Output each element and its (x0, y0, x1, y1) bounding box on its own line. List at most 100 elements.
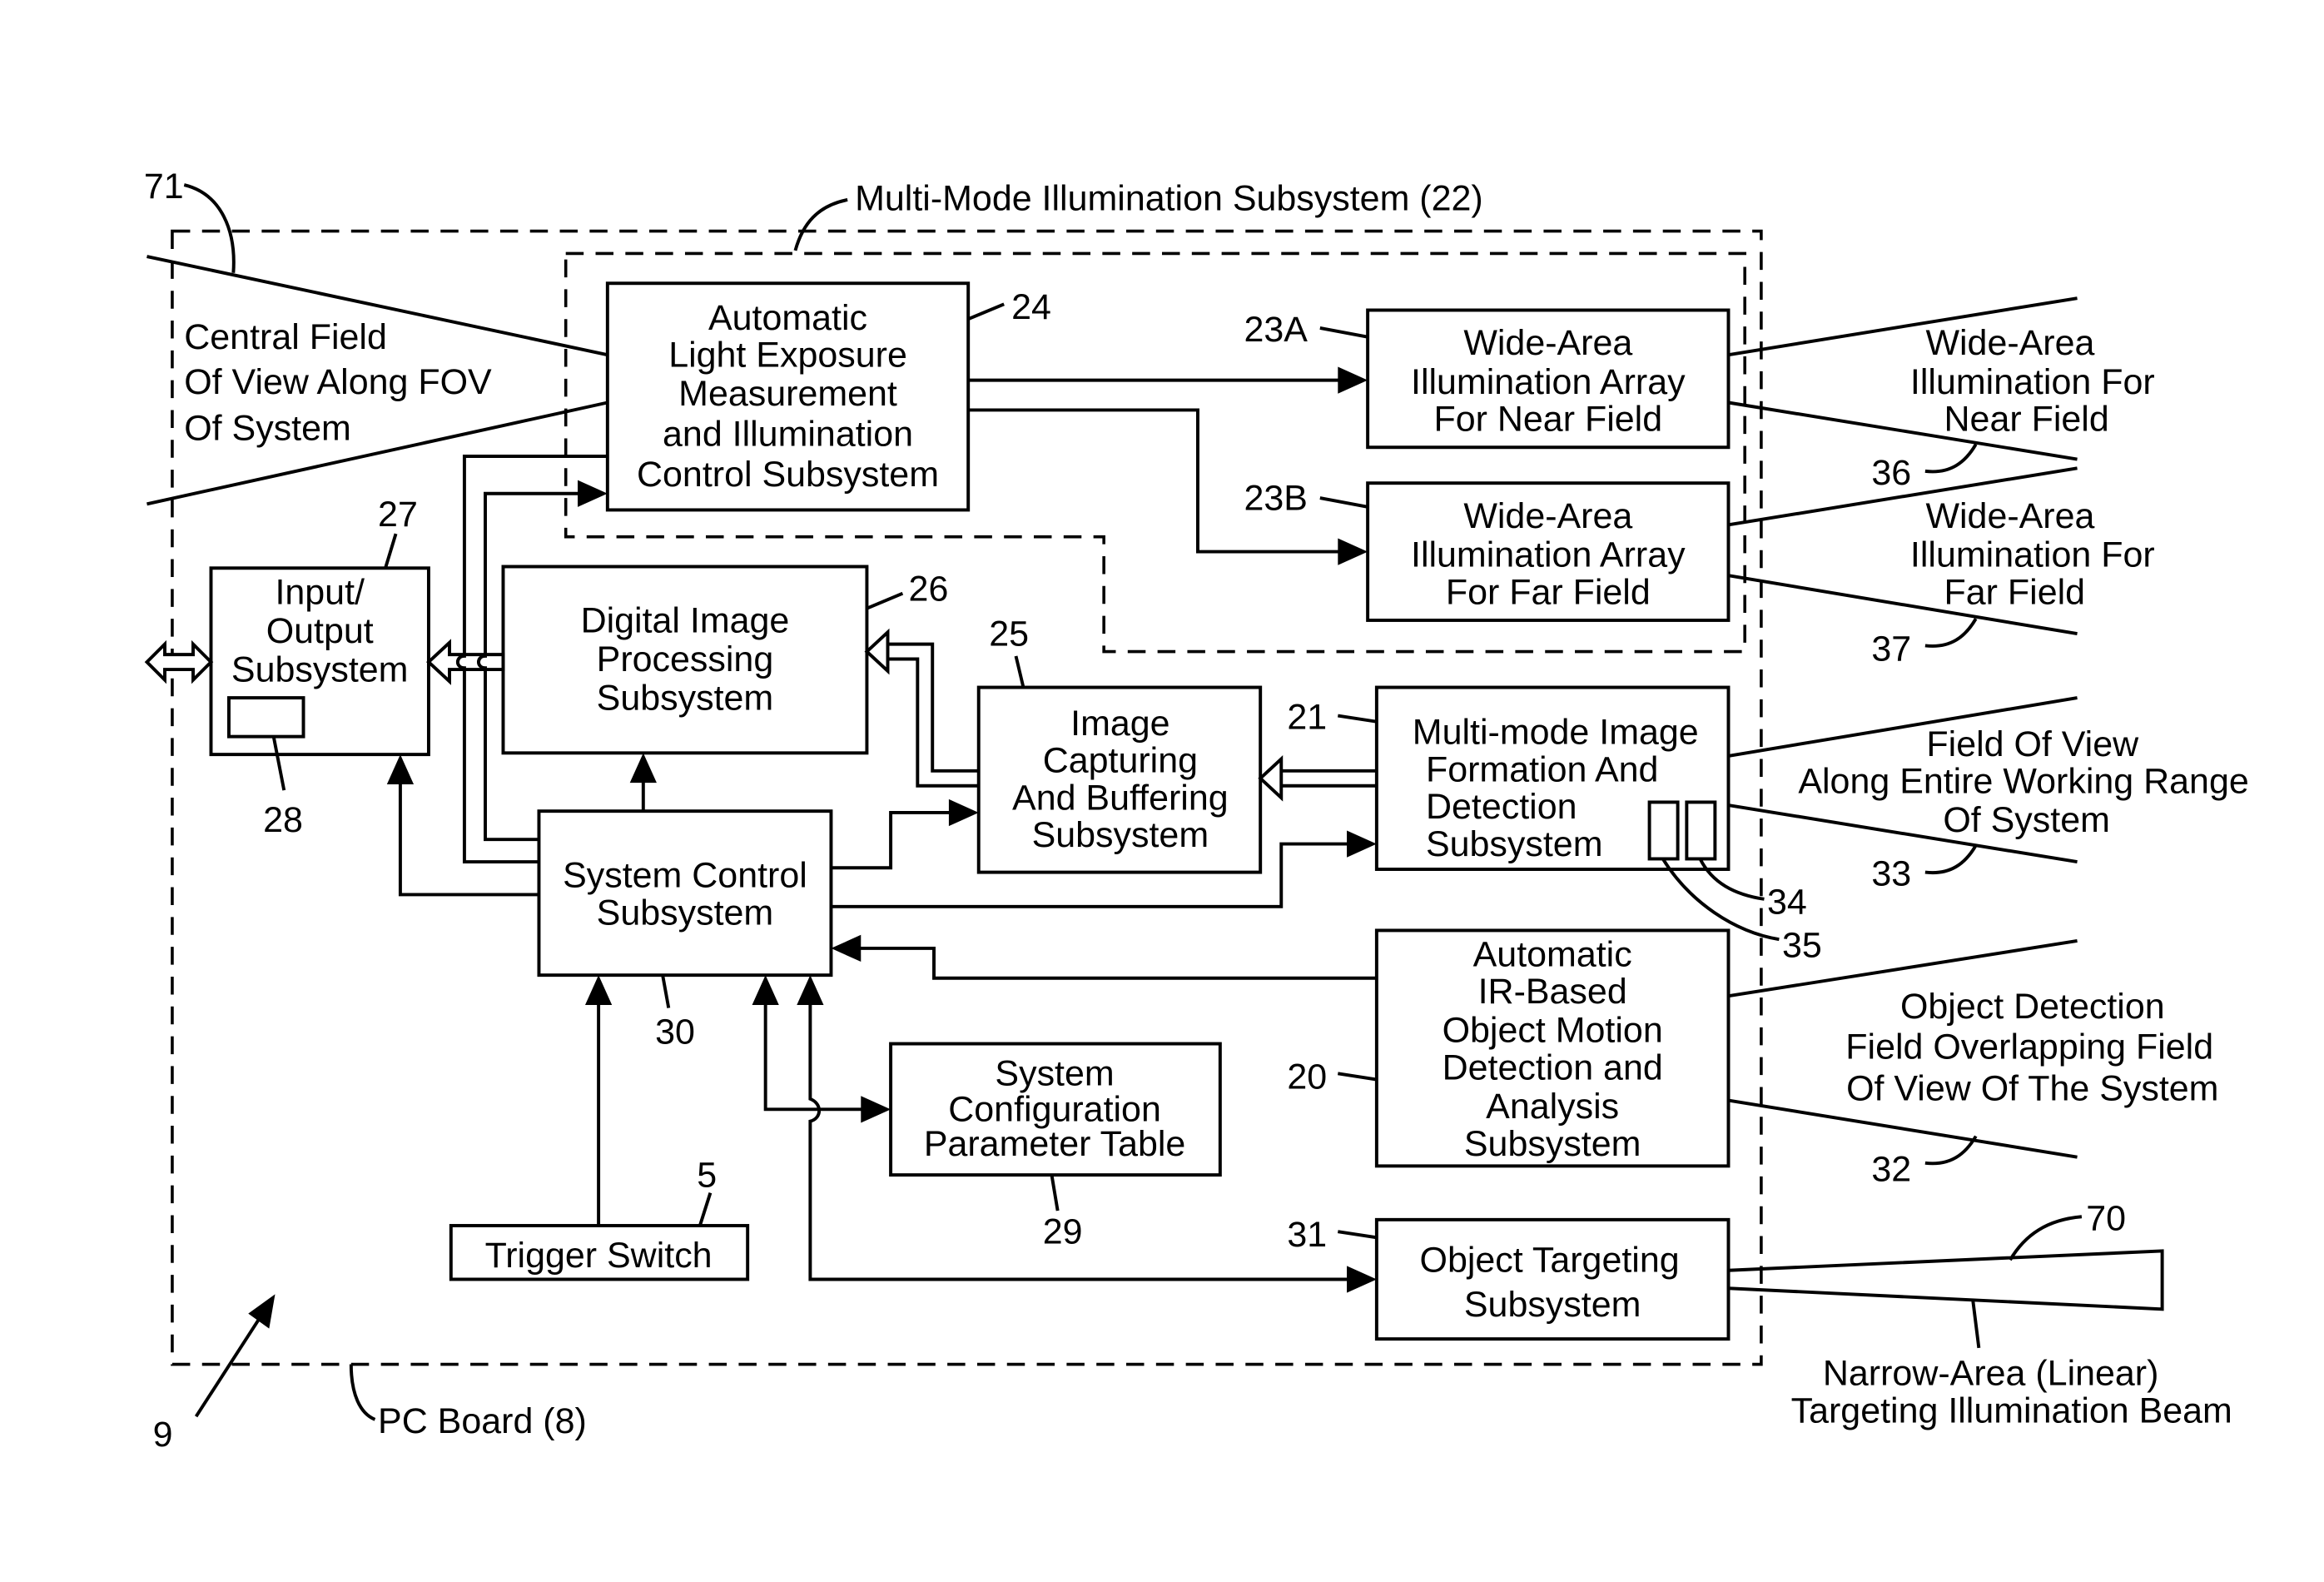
arrowhead (629, 753, 657, 784)
near-field-label-line: Wide-Area (1925, 323, 2094, 363)
central-fov-leader (183, 183, 236, 273)
io-ref: 27 (378, 495, 418, 535)
svg-text:Detection: Detection (1426, 787, 1577, 827)
far-field-ref: 37 (1871, 629, 1911, 669)
image-formation-block: Multi-mode Image Formation And Detection… (1374, 685, 1731, 871)
arrowhead (578, 480, 608, 507)
auto-light-ref: 24 (1011, 287, 1051, 327)
detection-field-label-line: Object Detection (1900, 987, 2165, 1027)
image-capturing-block: Image Capturing And Buffering Subsystem (976, 685, 1263, 874)
io-port-ref: 28 (263, 800, 303, 840)
object-targeting-block: Object Targeting Subsystem (1374, 1217, 1731, 1341)
central-fov-label-line: Of System (184, 408, 351, 448)
trigger-switch-block: Trigger Switch (449, 1224, 750, 1281)
auto-light-exposure-block: Automatic Light Exposure Measurement and… (605, 281, 971, 512)
far-field-label-line: Illumination For (1910, 535, 2155, 575)
svg-text:Automatic: Automatic (1473, 934, 1632, 974)
svg-text:Image: Image (1070, 704, 1169, 744)
svg-text:Subsystem: Subsystem (1032, 815, 1209, 855)
fov-label-line: Field Of View (1926, 724, 2139, 764)
arrowhead (797, 975, 824, 1005)
targeting-ref: 31 (1287, 1215, 1327, 1255)
detection-field-ref: 32 (1871, 1149, 1911, 1189)
far-array-ref: 23B (1244, 478, 1307, 518)
svg-text:And Buffering: And Buffering (1012, 778, 1229, 818)
formation-ref: 21 (1287, 698, 1327, 738)
ref-leader (384, 533, 398, 569)
digital-image-processing-block: Digital Image Processing Subsystem (501, 565, 869, 755)
ir-detect-ref: 20 (1287, 1057, 1327, 1097)
svg-text:Control Subsystem: Control Subsystem (637, 455, 939, 495)
near-field-array-block: Wide-Area Illumination Array For Near Fi… (1366, 308, 1731, 450)
ref-leader (1319, 326, 1368, 339)
svg-text:Measurement: Measurement (678, 374, 897, 414)
svg-text:Multi-mode Image: Multi-mode Image (1413, 713, 1699, 753)
targeting-beam (1726, 1249, 2164, 1311)
fov-label-line: Of System (1943, 800, 2110, 840)
device-ref: 9 (153, 1415, 173, 1455)
capture-ref: 25 (989, 614, 1029, 654)
detection-field-label-line: Of View Of The System (1846, 1069, 2218, 1109)
ref-leader (866, 591, 904, 610)
ref-leader (1338, 1072, 1378, 1082)
image-sensor-element (1647, 800, 1680, 861)
illumination-leader (793, 198, 848, 251)
arrowhead (948, 798, 979, 827)
svg-text:Subsystem: Subsystem (1426, 824, 1603, 864)
pc-board-leader (349, 1364, 376, 1421)
ref-leader (1014, 655, 1025, 688)
ref-leader (698, 1192, 713, 1226)
capture-to-dip-arrowhead (864, 628, 890, 675)
arrowhead (1347, 1266, 1377, 1293)
formation-to-capture-bus (1281, 769, 1377, 788)
dip-ref: 26 (909, 570, 949, 609)
system-control-block: System Control Subsystem (537, 809, 833, 978)
ref-leader (661, 974, 671, 1008)
control-ref: 30 (655, 1012, 695, 1052)
arrowhead (752, 975, 779, 1005)
arrowhead (1347, 830, 1377, 858)
trigger-ref: 5 (697, 1155, 717, 1195)
svg-text:For Near Field: For Near Field (1434, 400, 1663, 440)
sensor-ref-35: 35 (1782, 926, 1822, 966)
illumination-label: Multi-Mode Illumination Subsystem (22) (855, 178, 1483, 218)
ir-motion-detection-block: Automatic IR-Based Object Motion Detecti… (1374, 928, 1731, 1168)
central-fov-ref: 71 (144, 167, 184, 206)
svg-text:and Illumination: and Illumination (663, 414, 913, 454)
svg-text:Digital Image: Digital Image (581, 600, 790, 640)
config-ref: 29 (1043, 1211, 1083, 1251)
near-field-leader (1924, 443, 1978, 474)
arrowhead (386, 754, 415, 784)
svg-text:Processing: Processing (597, 639, 774, 679)
arrowhead (1338, 538, 1368, 565)
formation-to-capture-arrowhead (1258, 754, 1284, 802)
far-field-array-block: Wide-Area Illumination Array For Far Fie… (1366, 481, 1731, 622)
arrowhead (248, 1294, 276, 1329)
near-field-ref: 36 (1871, 453, 1911, 493)
svg-text:Analysis: Analysis (1486, 1087, 1619, 1127)
svg-text:For Far Field: For Far Field (1446, 572, 1651, 612)
beam-label-line: Narrow-Area (Linear) (1823, 1354, 2159, 1394)
beam-label-line: Targeting Illumination Beam (1791, 1390, 2232, 1430)
io-port (227, 696, 305, 739)
svg-text:Automatic: Automatic (708, 298, 867, 338)
arrowhead (584, 975, 613, 1005)
svg-text:Subsystem: Subsystem (1464, 1124, 1641, 1164)
beam-ref: 70 (2086, 1198, 2126, 1238)
far-field-label-line: Far Field (1944, 572, 2086, 612)
fov-label-line: Along Entire Working Range (1798, 762, 2248, 802)
capture-to-dip-bus (887, 642, 979, 773)
ref-leader (1319, 496, 1368, 509)
svg-text:IR-Based: IR-Based (1478, 972, 1627, 1012)
connector-30-to-29 (763, 998, 867, 1112)
svg-text:Illumination Array: Illumination Array (1411, 535, 1686, 575)
svg-text:Formation And: Formation And (1426, 749, 1658, 789)
svg-text:Capturing: Capturing (1043, 741, 1198, 781)
pc-board-label: PC Board (8) (378, 1401, 587, 1441)
far-field-label-line: Wide-Area (1925, 496, 2094, 536)
svg-text:Light Exposure: Light Exposure (668, 336, 907, 376)
fov-ref: 33 (1871, 854, 1911, 894)
svg-text:Wide-Area: Wide-Area (1463, 496, 1632, 536)
arrowhead (1338, 366, 1368, 394)
connector-20-to-30 (855, 946, 1377, 980)
